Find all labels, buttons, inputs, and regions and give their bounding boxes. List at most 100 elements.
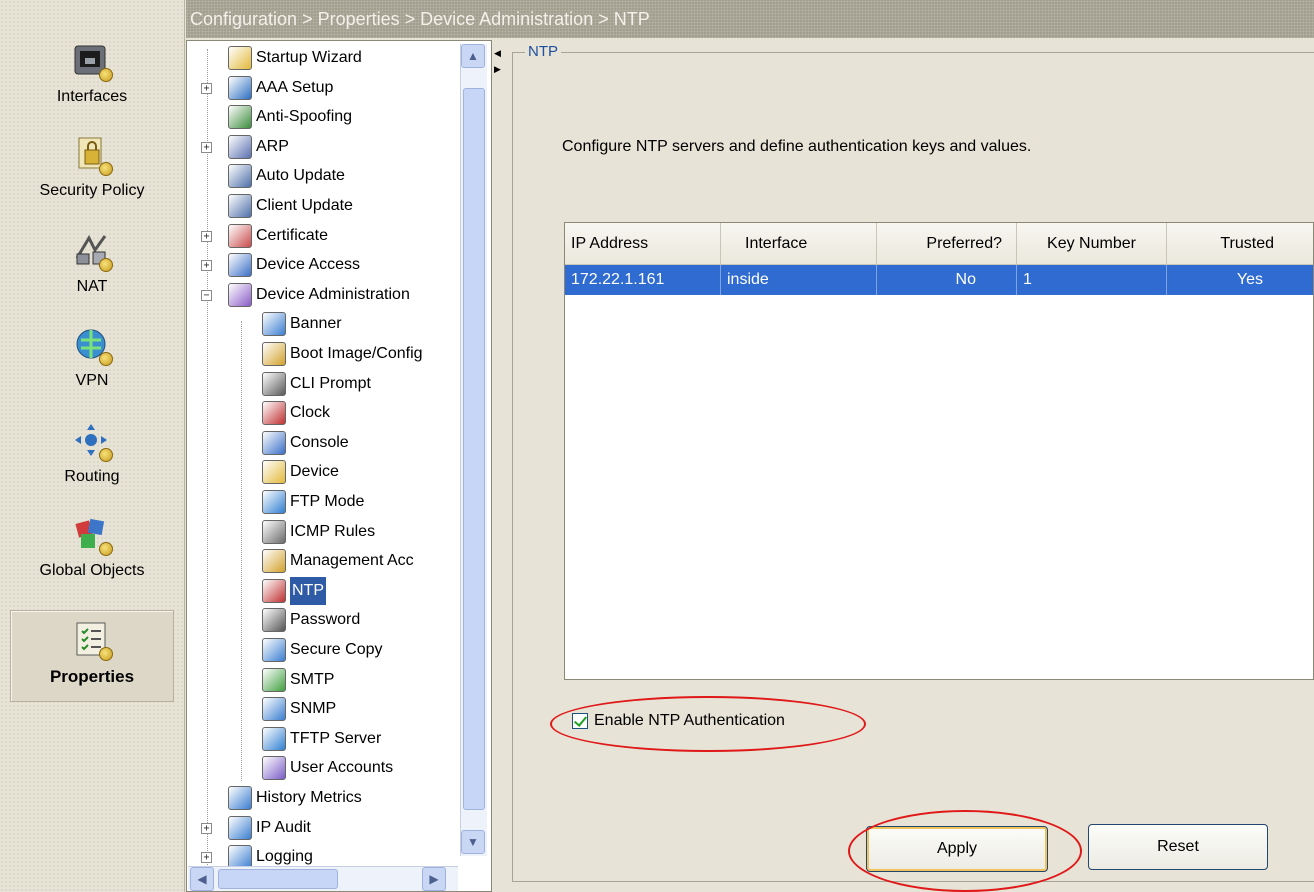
nav-item-interfaces[interactable]: Interfaces [10,38,174,130]
reset-button[interactable]: Reset [1088,824,1268,870]
breadcrumb: Configuration > Properties > Device Admi… [186,0,1314,38]
tree-item[interactable]: + ARP [201,133,289,161]
column-header-trusted[interactable]: Trusted [1167,223,1313,265]
expand-icon[interactable]: + [201,230,212,242]
tree-node-icon [262,342,286,366]
tree-node-icon [262,490,286,514]
tree-item[interactable]: NTP [262,576,326,605]
tree-item-label: Anti-Spoofing [256,108,353,126]
tree-item[interactable]: + AAA Setup [201,74,333,102]
hscroll-thumb[interactable] [218,869,338,889]
checkbox-label: Enable NTP Authentication [594,712,785,729]
tree-node-icon [228,815,252,840]
tree-item[interactable]: + Certificate [201,222,329,250]
tree-node-icon [228,194,252,218]
nav-item-security-policy[interactable]: Security Policy [10,132,174,224]
tree-item-label: ICMP Rules [290,522,376,540]
tree-node-icon [228,223,252,248]
tree-item[interactable]: Secure Copy [262,636,383,664]
tree-item-label: User Accounts [290,759,394,777]
expand-icon[interactable]: + [201,141,212,153]
nav-item-nat[interactable]: NAT [10,228,174,320]
collapse-left-icon[interactable]: ◀ [494,48,501,59]
panel-splitter[interactable]: ◀ ▶ [492,40,504,892]
expand-right-icon[interactable]: ▶ [494,64,501,75]
tree-item-label: Auto Update [256,167,345,185]
ntp-servers-table[interactable]: IP Address Interface Preferred? Key Numb… [564,222,1314,680]
tree-item[interactable]: Clock [262,399,330,427]
tree-node-icon [228,134,252,159]
tree-item[interactable]: History Metrics [228,784,362,812]
tree-item-label: NTP [290,576,326,605]
nav-item-properties[interactable]: Properties [10,610,174,702]
tree-node-icon [228,75,252,100]
tree-node-icon [262,371,286,396]
scroll-right-icon[interactable]: ▶ [422,867,446,891]
tree-item-label: History Metrics [256,789,362,806]
cell-key-number: 1 [1017,265,1167,295]
expand-icon[interactable]: + [201,260,212,272]
column-header-interface[interactable]: Interface [721,223,877,265]
tree-item[interactable]: Startup Wizard [228,44,362,72]
scroll-left-icon[interactable]: ◀ [190,867,214,891]
tree-node-icon [262,667,286,692]
tree-item[interactable]: Password [262,606,360,634]
tree-item[interactable]: User Accounts [262,754,393,782]
cell-ip-address: 172.22.1.161 [565,265,721,295]
tree-item[interactable]: Management Acc [262,547,414,575]
expand-icon[interactable]: + [201,82,212,94]
column-header-ip-address[interactable]: IP Address [565,223,721,265]
expand-icon[interactable]: + [201,852,212,864]
tree-node-icon [228,164,252,189]
tree-item-label: CLI Prompt [290,374,371,392]
tree-node-icon [228,253,252,278]
tree-item[interactable]: FTP Mode [262,488,364,516]
apply-button[interactable]: Apply [866,826,1048,872]
tree-item[interactable]: SMTP [262,666,334,694]
tree-item-label: Startup Wizard [256,49,362,66]
tree-item[interactable]: Anti-Spoofing [228,103,352,131]
tree-item[interactable]: Banner [262,310,342,338]
tree-item-label: Device [290,463,339,481]
enable-ntp-authentication-checkbox[interactable]: Enable NTP Authentication [572,710,785,732]
cell-interface: inside [721,265,877,295]
checkbox-box[interactable] [572,713,588,729]
tree-item[interactable]: + IP Audit [201,814,311,842]
tree-item-label: Certificate [256,226,329,244]
tree-item[interactable]: Auto Update [228,162,345,190]
tree-item[interactable]: SNMP [262,695,336,723]
tree-item[interactable]: − Device Administration [201,281,410,309]
nav-item-vpn[interactable]: VPN [10,322,174,414]
tree-item[interactable]: ICMP Rules [262,518,375,546]
nav-label-vpn: VPN [75,372,109,389]
tree-node-icon [262,312,286,337]
nav-item-routing[interactable]: Routing [10,418,174,510]
tree-node-icon [262,401,286,426]
tree-item[interactable]: TFTP Server [262,725,381,753]
tree-item[interactable]: Console [262,429,349,457]
expand-icon[interactable]: + [201,822,212,834]
tree-item[interactable]: Device [262,458,339,486]
tree-item[interactable]: + Device Access [201,251,360,279]
tree-item-label: Client Update [256,197,353,214]
column-header-preferred[interactable]: Preferred? [877,223,1017,265]
security-policy-icon [69,132,115,178]
tree-item[interactable]: CLI Prompt [262,370,371,398]
tree-item-label: FTP Mode [290,493,365,510]
tree-item[interactable]: Client Update [228,192,353,220]
tree-vertical-scrollbar[interactable]: ▲ ▼ [460,44,487,856]
tree-node-icon [262,608,286,633]
cell-trusted: Yes [1236,271,1263,288]
table-row[interactable]: 172.22.1.161 inside No 1 Yes [565,265,1313,295]
tree-horizontal-scrollbar[interactable]: ◀ ▶ [188,866,458,891]
tree-item[interactable]: Boot Image/Config [262,340,423,368]
nav-item-global-objects[interactable]: Global Objects [10,512,174,604]
column-header-key-number[interactable]: Key Number [1017,223,1167,265]
nav-label-interfaces: Interfaces [56,88,128,105]
collapse-icon[interactable]: − [201,289,212,301]
scroll-down-icon[interactable]: ▼ [461,830,485,854]
tree-item-label: Management Acc [290,552,414,570]
scroll-thumb[interactable] [463,88,485,810]
tree-node-icon [228,46,252,70]
scroll-up-icon[interactable]: ▲ [461,44,485,68]
